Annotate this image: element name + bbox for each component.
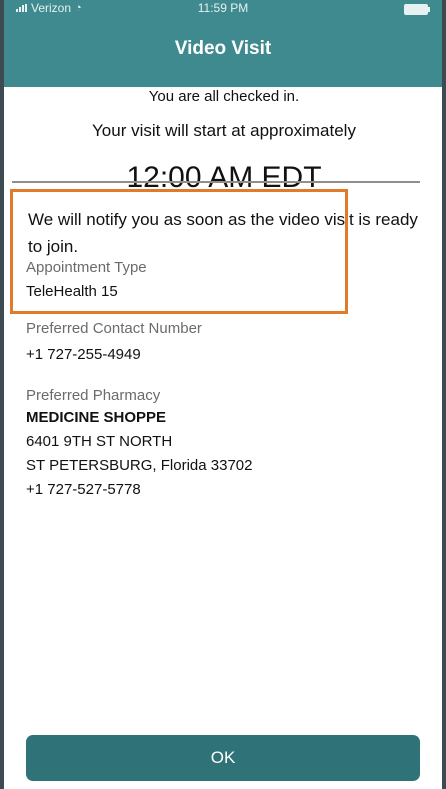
appointment-type-label: Appointment Type [26, 259, 147, 276]
status-bar: Verizon ◔ 11:59 PM [4, 0, 442, 18]
page-title: Video Visit [174, 38, 272, 59]
pharmacy-address-line1: 6401 9TH ST NORTH [26, 433, 173, 450]
start-time-text: Your visit will start at approximately [92, 121, 356, 140]
divider [12, 181, 420, 183]
pharmacy-label: Preferred Pharmacy [26, 387, 161, 404]
screen: Verizon ◔ 11:59 PM Video Visit You are a… [0, 0, 446, 789]
left-edge [0, 0, 4, 789]
pharmacy-phone: +1 727-527-5778 [26, 481, 141, 498]
contact-number-value: +1 727-255-4949 [26, 346, 141, 363]
ok-button[interactable]: OK [26, 735, 420, 781]
status-time: 11:59 PM [197, 1, 249, 15]
contact-number-label: Preferred Contact Number [26, 320, 202, 337]
pharmacy-address-line2: ST PETERSBURG, Florida 33702 [26, 457, 253, 474]
pharmacy-name: MEDICINE SHOPPE [26, 409, 167, 426]
checked-in-text: You are all checked in. [148, 88, 300, 105]
battery-icon [404, 4, 430, 15]
header-bar: Verizon ◔ 11:59 PM Video Visit [4, 0, 442, 87]
appointment-type-value: TeleHealth 15 [26, 283, 118, 300]
right-edge [442, 0, 446, 789]
